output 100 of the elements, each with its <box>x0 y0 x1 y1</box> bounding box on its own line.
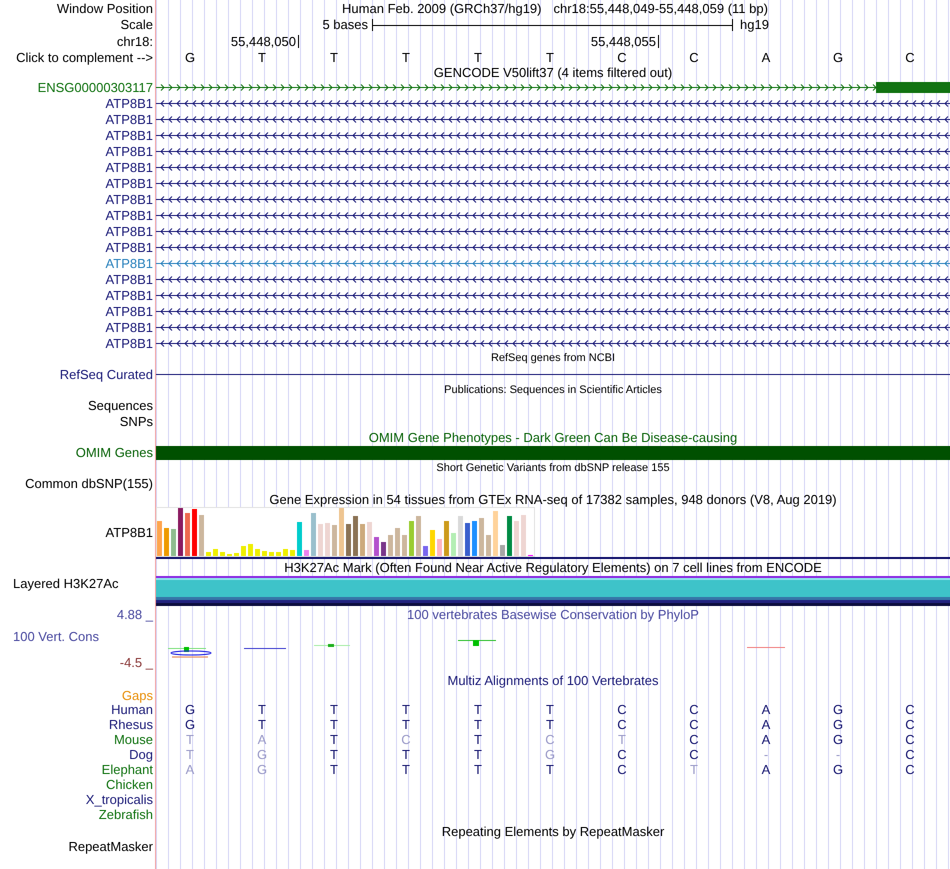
expression-bar <box>367 522 372 556</box>
species-label: Zebrafish <box>98 808 153 821</box>
expression-bar <box>262 551 267 556</box>
aligned-base: T <box>546 703 554 716</box>
base-letter: T <box>258 51 266 64</box>
base-letter: G <box>832 51 844 64</box>
expression-bar <box>465 523 470 556</box>
expression-bar <box>297 522 302 556</box>
expression-bar <box>290 550 295 556</box>
track-title: 100 vertebrates Basewise Conservation by PhyloP <box>407 607 699 623</box>
base-letter: T <box>546 51 554 64</box>
expression-bar <box>353 516 358 556</box>
gene-label: ATP8B1 <box>106 128 153 142</box>
expression-bar <box>325 523 330 556</box>
expression-bar <box>241 546 246 556</box>
expression-bar <box>185 513 190 556</box>
track-title: OMIM Gene Phenotypes - Dark Green Can Be Disease-causing <box>368 430 738 444</box>
aligned-base: T <box>474 748 482 761</box>
track-label: ATP8B1 <box>106 526 153 538</box>
aligned-base: G <box>832 733 844 746</box>
aligned-base: - <box>836 748 840 761</box>
aligned-base: G <box>832 703 844 716</box>
row-label: Scale <box>120 18 153 31</box>
aligned-base: T <box>402 748 410 761</box>
track-title: GENCODE V50lift37 (4 items filtered out) <box>434 66 672 79</box>
base-letter: A <box>762 51 770 64</box>
aligned-base: T <box>546 763 554 776</box>
assembly-name: Human Feb. 2009 (GRCh37/hg19) <box>342 2 542 14</box>
complement-link[interactable]: Click to complement --> <box>16 51 153 64</box>
expression-bar <box>409 521 414 556</box>
expression-bar <box>199 515 204 556</box>
expression-bar <box>213 549 218 556</box>
track-label: Sequences <box>88 399 153 412</box>
expression-bar <box>360 524 365 556</box>
base-letter: C <box>689 51 699 64</box>
expression-bar <box>192 509 197 556</box>
aligned-base: T <box>618 733 626 746</box>
expression-bar <box>276 552 281 556</box>
gene-label: ATP8B1 <box>106 304 153 318</box>
axis-max-label: 4.88 _ <box>116 607 153 623</box>
expression-bar <box>395 528 400 556</box>
aligned-base: A <box>762 733 770 746</box>
aligned-base: T <box>330 703 338 716</box>
expression-bar <box>479 518 484 556</box>
aligned-base: T <box>474 703 482 716</box>
aligned-base: C <box>905 748 915 761</box>
expression-bar <box>500 545 505 556</box>
aligned-base: T <box>402 718 410 731</box>
position-range: chr18:55,448,049-55,448,059 (11 bp) <box>554 2 768 14</box>
track-title: Gene Expression in 54 tissues from GTEx RNA-seq of 17382 samples, 948 donors (V8, Aug 2019) <box>269 492 837 506</box>
aligned-base: G <box>832 718 844 731</box>
aligned-base: C <box>617 703 627 716</box>
track-label: RepeatMasker <box>68 840 153 853</box>
conservation-mark <box>168 647 212 658</box>
expression-bar <box>171 529 176 556</box>
aligned-base: T <box>402 763 410 776</box>
base-letter: G <box>184 51 196 64</box>
expression-bar <box>248 544 253 556</box>
base-letter: T <box>402 51 410 64</box>
expression-bar <box>381 542 386 556</box>
expression-bar <box>388 535 393 556</box>
aligned-base: T <box>474 763 482 776</box>
gene-label: ATP8B1 <box>106 272 153 286</box>
expression-bar <box>444 521 449 556</box>
aligned-base: C <box>617 748 627 761</box>
expression-bar <box>451 533 456 556</box>
ruler-tick <box>658 34 659 48</box>
aligned-base: T <box>546 718 554 731</box>
expression-bar <box>220 552 225 556</box>
aligned-base: T <box>258 718 266 731</box>
aligned-base: C <box>689 733 699 746</box>
species-label: Rhesus <box>108 718 153 731</box>
gene-label: ATP8B1 <box>106 112 153 126</box>
aligned-base: A <box>258 733 266 746</box>
gene-label: ATP8B1 <box>106 336 153 350</box>
track-title: RefSeq genes from NCBI <box>490 353 616 364</box>
ruler-tick <box>298 34 299 48</box>
expression-bar <box>164 528 169 556</box>
aligned-base: C <box>689 748 699 761</box>
expression-bar <box>430 530 435 556</box>
aligned-base: A <box>762 763 770 776</box>
gene-label: ATP8B1 <box>106 144 153 158</box>
species-label: Dog <box>129 748 153 761</box>
aligned-base: G <box>184 703 196 716</box>
track-label: Layered H3K27Ac <box>13 577 119 590</box>
gene-label: ATP8B1 <box>106 320 153 334</box>
expression-bar <box>458 516 463 556</box>
expression-bar <box>486 535 491 556</box>
expression-bar <box>507 516 512 556</box>
track-title: Repeating Elements by RepeatMasker <box>442 824 664 838</box>
aligned-base: G <box>544 748 556 761</box>
aligned-base: T <box>690 763 698 776</box>
track-label: RefSeq Curated <box>60 368 153 380</box>
expression-bar <box>255 549 260 556</box>
expression-bar <box>283 549 288 556</box>
aligned-base: T <box>330 763 338 776</box>
aligned-base: A <box>762 718 770 731</box>
base-letter: C <box>905 51 915 64</box>
aligned-base: T <box>474 733 482 746</box>
expression-bar <box>178 508 183 556</box>
